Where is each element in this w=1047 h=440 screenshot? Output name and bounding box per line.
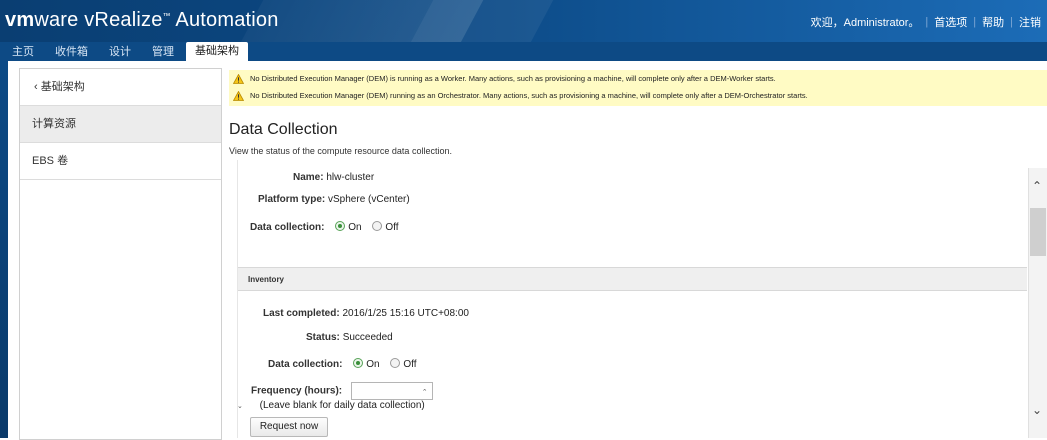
data-collection-off-radio[interactable]: [372, 221, 383, 231]
status-label: Status:: [306, 332, 340, 343]
request-now-button[interactable]: Request now: [250, 417, 328, 437]
page-subtitle: View the status of the compute resource …: [229, 146, 452, 156]
user-nav: 欢迎，Administrator。 | 首选项 | 帮助 | 注销: [805, 14, 1047, 30]
logout-link[interactable]: 注销: [1013, 14, 1047, 30]
scrollbar-thumb[interactable]: [1030, 208, 1046, 256]
last-completed-value: 2016/1/25 15:16 UTC+08:00: [342, 308, 469, 319]
tab-infrastructure[interactable]: 基础架构: [186, 42, 248, 61]
page-title: Data Collection: [229, 121, 338, 138]
last-completed-label: Last completed:: [263, 308, 340, 319]
warning-icon: [233, 90, 244, 101]
main-tabs: 主页 收件箱 设计 管理 基础架构: [0, 42, 1047, 61]
preferences-link[interactable]: 首选项: [928, 14, 973, 30]
inventory-collection-off-radio[interactable]: [390, 358, 401, 368]
warning-row: No Distributed Execution Manager (DEM) i…: [229, 70, 1047, 87]
tab-design[interactable]: 设计: [100, 44, 140, 61]
radio-on-label: On: [366, 359, 380, 370]
tab-home[interactable]: 主页: [3, 44, 43, 61]
warning-banner: No Distributed Execution Manager (DEM) i…: [229, 70, 1047, 106]
data-collection-on-radio[interactable]: [335, 221, 346, 231]
tab-administration[interactable]: 管理: [143, 44, 183, 61]
warning-text: No Distributed Execution Manager (DEM) r…: [250, 91, 808, 100]
tab-inbox[interactable]: 收件箱: [46, 44, 97, 61]
platform-type-row: Platform type: vSphere (vCenter): [258, 194, 410, 205]
platform-type-label: Platform type:: [258, 194, 326, 205]
sidebar: ‹ 基础架构 计算资源 EBS 卷: [19, 68, 222, 440]
inventory-section-header: Inventory: [238, 267, 1027, 291]
radio-off-label: Off: [403, 359, 417, 370]
data-collection-label: Data collection:: [250, 222, 325, 233]
resource-data-collection-row: Data collection: On Off: [250, 221, 399, 233]
last-completed-row: Last completed: 2016/1/25 15:16 UTC+08:0…: [263, 308, 469, 319]
inventory-data-collection-row: Data collection: On Off: [268, 358, 417, 370]
platform-type-value: vSphere (vCenter): [328, 194, 410, 205]
frequency-input[interactable]: [350, 382, 433, 400]
sidebar-item-ebs-volumes[interactable]: EBS 卷: [20, 143, 221, 180]
resource-name-row: Name: hlw-cluster: [293, 172, 374, 183]
app-logo: vmware vRealize™ Automation: [5, 9, 279, 31]
name-label: Name:: [293, 172, 324, 183]
status-row: Status: Succeeded: [306, 332, 393, 343]
scroll-down-icon[interactable]: ⌄: [1032, 404, 1042, 416]
left-rail: [0, 61, 8, 438]
panel-scrollbar[interactable]: ⌃ ⌄: [1028, 168, 1047, 438]
help-link[interactable]: 帮助: [976, 14, 1010, 30]
warning-text: No Distributed Execution Manager (DEM) i…: [250, 74, 776, 83]
inventory-collection-on-radio[interactable]: [353, 358, 364, 368]
welcome-text: 欢迎，Administrator。: [810, 17, 920, 29]
app-header: vmware vRealize™ Automation 欢迎，Administr…: [0, 0, 1047, 42]
radio-on-label: On: [348, 222, 362, 233]
frequency-label: Frequency (hours):: [251, 385, 343, 397]
name-value: hlw-cluster: [326, 172, 375, 183]
sidebar-item-compute-resources[interactable]: 计算资源: [20, 106, 221, 143]
warning-row: No Distributed Execution Manager (DEM) r…: [229, 87, 1047, 104]
status-value: Succeeded: [342, 332, 393, 343]
warning-icon: [233, 73, 244, 84]
frequency-hint: (Leave blank for daily data collection): [259, 400, 425, 411]
frequency-row: Frequency (hours): ⌃ ⌄ (Leave blank for d…: [237, 382, 442, 411]
radio-off-label: Off: [385, 222, 399, 233]
sidebar-back-link[interactable]: ‹ 基础架构: [20, 69, 221, 106]
scroll-up-icon[interactable]: ⌃: [1032, 180, 1042, 192]
data-collection-label: Data collection:: [268, 359, 343, 370]
